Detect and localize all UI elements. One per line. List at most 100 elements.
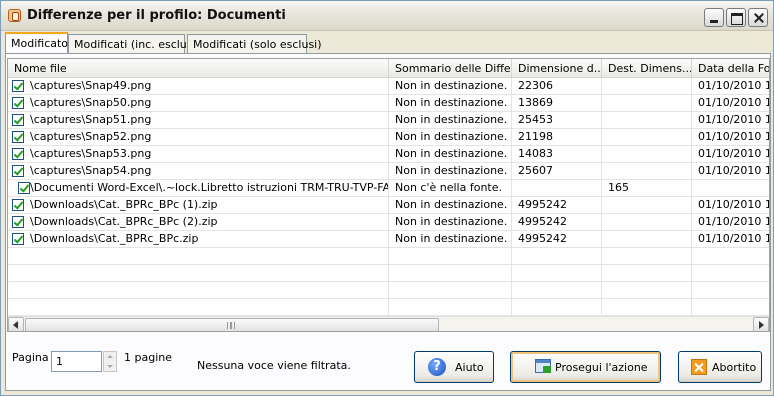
table-row[interactable]: \Downloads\Cat._BPRc_BPc (2).zip Non in d… bbox=[8, 214, 769, 231]
source-size-cell: 21198 bbox=[512, 129, 602, 146]
help-button[interactable]: ? Aiuto bbox=[414, 351, 494, 383]
proceed-window-icon bbox=[535, 359, 551, 373]
table-row[interactable]: \Downloads\Cat._BPRc_BPc.zip Non in desti… bbox=[8, 231, 769, 248]
grid-header: Nome file Sommario delle Diffe... Dimens… bbox=[8, 59, 769, 78]
summary-cell bbox=[389, 299, 512, 316]
proceed-button[interactable]: Prosegui l'azione bbox=[510, 351, 661, 383]
row-checkbox[interactable] bbox=[12, 97, 24, 109]
file-name-cell-text: \captures\Snap49.png bbox=[30, 79, 152, 92]
source-size-cell-text: 13869 bbox=[518, 96, 553, 109]
table-row[interactable]: \captures\Snap53.png Non in destinazione.… bbox=[8, 146, 769, 163]
file-name-cell: \Downloads\Cat._BPRc_BPc.zip bbox=[8, 231, 389, 248]
column-header-file-name[interactable]: Nome file bbox=[8, 59, 389, 78]
differences-grid[interactable]: Nome file Sommario delle Diffe... Dimens… bbox=[7, 58, 770, 332]
dest-size-cell bbox=[602, 299, 692, 316]
file-name-cell-text: \Downloads\Cat._BPRc_BPc (2).zip bbox=[30, 215, 218, 228]
file-name-cell: \captures\Snap54.png bbox=[8, 163, 389, 180]
source-size-cell: 4995242 bbox=[512, 214, 602, 231]
source-size-cell-text: 4995242 bbox=[518, 198, 567, 211]
source-date-cell bbox=[692, 265, 769, 282]
title-bar[interactable]: Differenze per il profilo: Documenti bbox=[1, 1, 773, 31]
row-checkbox[interactable] bbox=[12, 131, 24, 143]
source-date-cell: 01/10/2010 15 bbox=[692, 163, 769, 180]
source-size-cell: 14083 bbox=[512, 146, 602, 163]
summary-cell: Non c'è nella fonte. bbox=[389, 180, 512, 197]
table-row[interactable]: \captures\Snap54.png Non in destinazione.… bbox=[8, 163, 769, 180]
source-size-cell: 13869 bbox=[512, 95, 602, 112]
empty-row bbox=[8, 299, 769, 316]
summary-cell-text: Non in destinazione. bbox=[395, 215, 508, 228]
summary-cell-text: Non in destinazione. bbox=[395, 198, 508, 211]
page-spinner[interactable] bbox=[103, 351, 117, 372]
source-date-cell: 01/10/2010 15 bbox=[692, 129, 769, 146]
column-header-summary[interactable]: Sommario delle Diffe... bbox=[389, 59, 512, 78]
source-date-cell: 01/10/2010 15 bbox=[692, 146, 769, 163]
tab-modificati-solo-esclusi[interactable]: Modificati (solo esclusi) bbox=[187, 34, 322, 53]
column-header-source-date[interactable]: Data della For bbox=[692, 59, 769, 78]
source-size-cell bbox=[512, 282, 602, 299]
file-name-cell-text: \Downloads\Cat._BPRc_BPc (1).zip bbox=[30, 198, 218, 211]
profile-icon bbox=[8, 9, 21, 22]
table-row[interactable]: \captures\Snap50.png Non in destinazione.… bbox=[8, 95, 769, 112]
horizontal-scrollbar[interactable] bbox=[8, 316, 769, 331]
page-label: Pagina bbox=[12, 351, 49, 364]
differences-window: Differenze per il profilo: Documenti Mod… bbox=[0, 0, 774, 396]
summary-cell bbox=[389, 248, 512, 265]
file-name-cell: \captures\Snap50.png bbox=[8, 95, 389, 112]
summary-cell-text: Non in destinazione. bbox=[395, 164, 508, 177]
dest-size-cell bbox=[602, 112, 692, 129]
file-name-cell bbox=[8, 265, 389, 282]
file-name-cell-text: \captures\Snap53.png bbox=[30, 147, 152, 160]
abort-button[interactable]: Abortito bbox=[678, 351, 762, 383]
minimize-button[interactable] bbox=[704, 8, 724, 27]
summary-cell: Non in destinazione. bbox=[389, 129, 512, 146]
source-size-cell: 25453 bbox=[512, 112, 602, 129]
table-row[interactable]: \captures\Snap49.png Non in destinazione.… bbox=[8, 78, 769, 95]
empty-row bbox=[8, 282, 769, 299]
column-header-dest-size[interactable]: Dest. Dimens... bbox=[602, 59, 692, 78]
source-size-cell: 4995242 bbox=[512, 197, 602, 214]
row-checkbox[interactable] bbox=[12, 216, 24, 228]
maximize-button[interactable] bbox=[726, 8, 746, 27]
summary-cell-text: Non in destinazione. bbox=[395, 96, 508, 109]
dest-size-cell: 165 bbox=[602, 180, 692, 197]
table-row[interactable]: \captures\Snap52.png Non in destinazione.… bbox=[8, 129, 769, 146]
scroll-left-arrow-icon[interactable] bbox=[8, 317, 24, 331]
page-count: 1 pagine bbox=[124, 351, 172, 364]
column-header-source-size[interactable]: Dimensione d... bbox=[512, 59, 602, 78]
row-checkbox[interactable] bbox=[12, 80, 24, 92]
scroll-thumb[interactable] bbox=[25, 318, 439, 331]
source-size-cell bbox=[512, 265, 602, 282]
table-row[interactable]: \captures\Snap51.png Non in destinazione.… bbox=[8, 112, 769, 129]
summary-cell bbox=[389, 265, 512, 282]
source-date-cell-text: 01/10/2010 15 bbox=[698, 232, 769, 245]
summary-cell-text: Non in destinazione. bbox=[395, 232, 508, 245]
row-checkbox[interactable] bbox=[12, 233, 24, 245]
summary-cell: Non in destinazione. bbox=[389, 163, 512, 180]
page-number-input[interactable]: 1 bbox=[51, 351, 102, 372]
close-button[interactable] bbox=[748, 8, 768, 27]
dest-size-cell bbox=[602, 214, 692, 231]
source-date-cell: 01/10/2010 15 bbox=[692, 78, 769, 95]
dest-size-cell bbox=[602, 163, 692, 180]
source-date-cell: 01/10/2010 15 bbox=[692, 197, 769, 214]
row-checkbox[interactable] bbox=[12, 114, 24, 126]
file-name-cell: \Documenti Word-Excel\.~lock.Libretto is… bbox=[8, 180, 389, 197]
row-checkbox[interactable] bbox=[12, 148, 24, 160]
tab-modificato[interactable]: Modificato bbox=[5, 32, 68, 53]
row-checkbox[interactable] bbox=[12, 165, 24, 177]
tab-modificati-inc-esclusi[interactable]: Modificati (inc. esclusi) bbox=[68, 34, 200, 53]
summary-cell-text: Non c'è nella fonte. bbox=[395, 181, 503, 194]
file-name-cell: \captures\Snap53.png bbox=[8, 146, 389, 163]
scroll-right-arrow-icon[interactable] bbox=[753, 317, 769, 331]
summary-cell: Non in destinazione. bbox=[389, 78, 512, 95]
file-name-cell-text: \captures\Snap52.png bbox=[30, 130, 152, 143]
row-checkbox[interactable] bbox=[18, 182, 30, 194]
summary-cell bbox=[389, 282, 512, 299]
empty-row bbox=[8, 248, 769, 265]
table-row[interactable]: \Downloads\Cat._BPRc_BPc (1).zip Non in d… bbox=[8, 197, 769, 214]
summary-cell: Non in destinazione. bbox=[389, 112, 512, 129]
source-date-cell: 01/10/2010 15 bbox=[692, 231, 769, 248]
row-checkbox[interactable] bbox=[12, 199, 24, 211]
table-row[interactable]: \Documenti Word-Excel\.~lock.Libretto is… bbox=[8, 180, 769, 197]
